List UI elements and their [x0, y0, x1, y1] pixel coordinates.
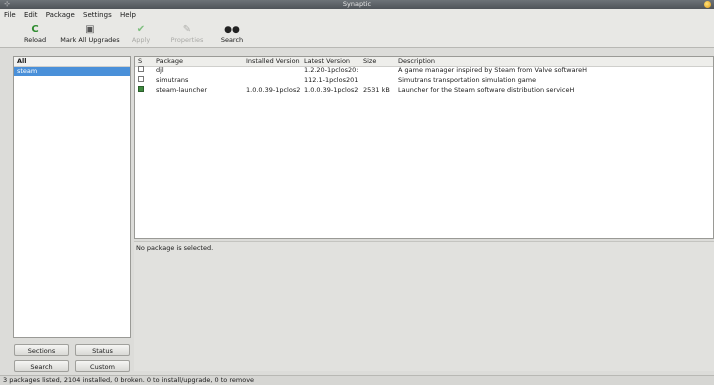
- window-title: Synaptic: [342, 0, 372, 8]
- properties-icon: ✎: [182, 24, 192, 35]
- window-menu-icon[interactable]: ⊹: [3, 1, 11, 8]
- window-control-icon[interactable]: [704, 1, 711, 8]
- menu-package[interactable]: Package: [46, 11, 75, 19]
- sections-button[interactable]: Sections: [14, 344, 69, 356]
- menu-edit[interactable]: Edit: [24, 11, 38, 19]
- latest-version: 1.2.20-1pclos20:: [304, 66, 359, 74]
- package-description: A game manager inspired by Steam from Va…: [398, 66, 587, 74]
- status-checkbox[interactable]: [138, 66, 144, 72]
- apply-button[interactable]: ✔ Apply: [130, 24, 152, 46]
- reload-button[interactable]: C Reload: [24, 24, 46, 46]
- column-package[interactable]: Package: [156, 57, 183, 66]
- column-description[interactable]: Description: [398, 57, 435, 66]
- package-description: Launcher for the Steam software distribu…: [398, 86, 575, 94]
- column-installed-version[interactable]: Installed Version: [246, 57, 300, 66]
- custom-button[interactable]: Custom: [75, 360, 130, 372]
- status-checkbox[interactable]: [138, 76, 144, 82]
- info-message: No package is selected.: [136, 244, 214, 252]
- filter-list-header: All: [14, 57, 130, 67]
- latest-version: 1.0.0.39-1pclos2: [304, 86, 359, 94]
- package-row[interactable]: simutrans 112.1-1pclos201 Simutrans tran…: [135, 76, 713, 85]
- reload-icon: C: [31, 24, 39, 35]
- filter-item-steam[interactable]: steam: [14, 67, 130, 76]
- package-row[interactable]: djl 1.2.20-1pclos20: A game manager insp…: [135, 66, 713, 75]
- filter-list[interactable]: All steam: [13, 56, 131, 338]
- package-name: simutrans: [156, 76, 189, 84]
- toolbar: C Reload ▣ Mark All Upgrades ✔ Apply ✎ P…: [0, 22, 714, 48]
- package-name: djl: [156, 66, 164, 74]
- package-description: Simutrans transportation simulation game: [398, 76, 537, 84]
- menu-bar: File Edit Package Settings Help: [0, 9, 714, 22]
- mark-all-upgrades-icon: ▣: [85, 24, 95, 35]
- properties-button[interactable]: ✎ Properties: [167, 24, 207, 46]
- package-list: S Package Installed Version Latest Versi…: [134, 56, 714, 239]
- column-latest-version[interactable]: Latest Version: [304, 57, 350, 66]
- installed-version: 1.0.0.39-1pclos2: [246, 86, 301, 94]
- package-size: 2531 kB: [363, 86, 390, 94]
- column-status[interactable]: S: [138, 57, 142, 66]
- search-button[interactable]: ●● Search: [218, 24, 246, 46]
- latest-version: 112.1-1pclos201: [304, 76, 359, 84]
- title-bar: ⊹ Synaptic: [0, 0, 714, 9]
- menu-settings[interactable]: Settings: [83, 11, 112, 19]
- package-row[interactable]: steam-launcher 1.0.0.39-1pclos2 1.0.0.39…: [135, 86, 713, 95]
- menu-help[interactable]: Help: [120, 11, 136, 19]
- column-size[interactable]: Size: [363, 57, 376, 66]
- search-filter-button[interactable]: Search: [14, 360, 69, 372]
- menu-file[interactable]: File: [4, 11, 16, 19]
- search-icon: ●●: [224, 25, 240, 35]
- status-bar: 3 packages listed, 2104 installed, 0 bro…: [0, 375, 714, 385]
- mark-all-upgrades-button[interactable]: ▣ Mark All Upgrades: [58, 24, 122, 46]
- apply-icon: ✔: [136, 24, 146, 35]
- package-name: steam-launcher: [156, 86, 207, 94]
- package-info-panel: No package is selected.: [134, 241, 714, 371]
- status-checkbox[interactable]: [138, 86, 144, 92]
- status-button[interactable]: Status: [75, 344, 130, 356]
